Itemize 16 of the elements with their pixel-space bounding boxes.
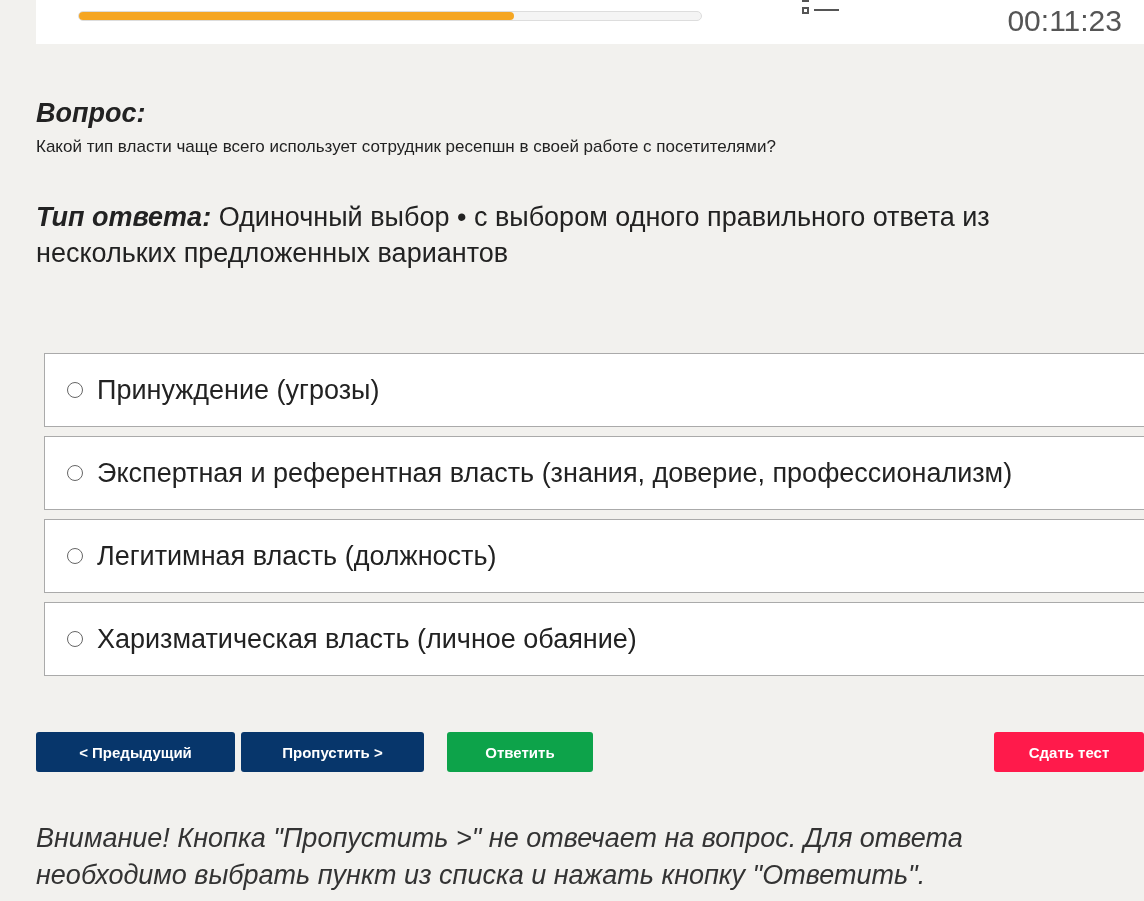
option-label: Экспертная и референтная власть (знания, доверие, профессионализм) [97, 457, 1013, 489]
option-label: Принуждение (угрозы) [97, 374, 380, 406]
answer-option[interactable]: Харизматическая власть (личное обаяние) [44, 602, 1144, 676]
option-label: Харизматическая власть (личное обаяние) [97, 623, 637, 655]
finish-button[interactable]: Сдать тест [994, 732, 1144, 772]
answer-option[interactable]: Экспертная и референтная власть (знания, доверие, профессионализм) [44, 436, 1144, 510]
option-label: Легитимная власть (должность) [97, 540, 497, 572]
answer-option[interactable]: Принуждение (угрозы) [44, 353, 1144, 427]
timer: 00:11:23 [1007, 6, 1122, 36]
answer-type: Тип ответа: Одиночный выбор • с выбором одного правильного ответа из нескольких предложенных вариантов [36, 201, 991, 270]
question-text: Какой тип власти чаще всего использует сотрудник ресепшн в своей работе с посетителями? [36, 137, 777, 157]
answer-option[interactable]: Легитимная власть (должность) [44, 519, 1144, 593]
nav-button[interactable]: < Предыдущий [36, 732, 235, 772]
warning-note: Внимание! Кнопка "Пропустить >" не отвечает на вопрос. Для ответа необходимо выбрать пункт из списка и нажать кнопку "Ответить". [36, 822, 964, 892]
nav-button[interactable]: Пропустить > [241, 732, 424, 772]
question-heading: Вопрос: [36, 98, 147, 129]
